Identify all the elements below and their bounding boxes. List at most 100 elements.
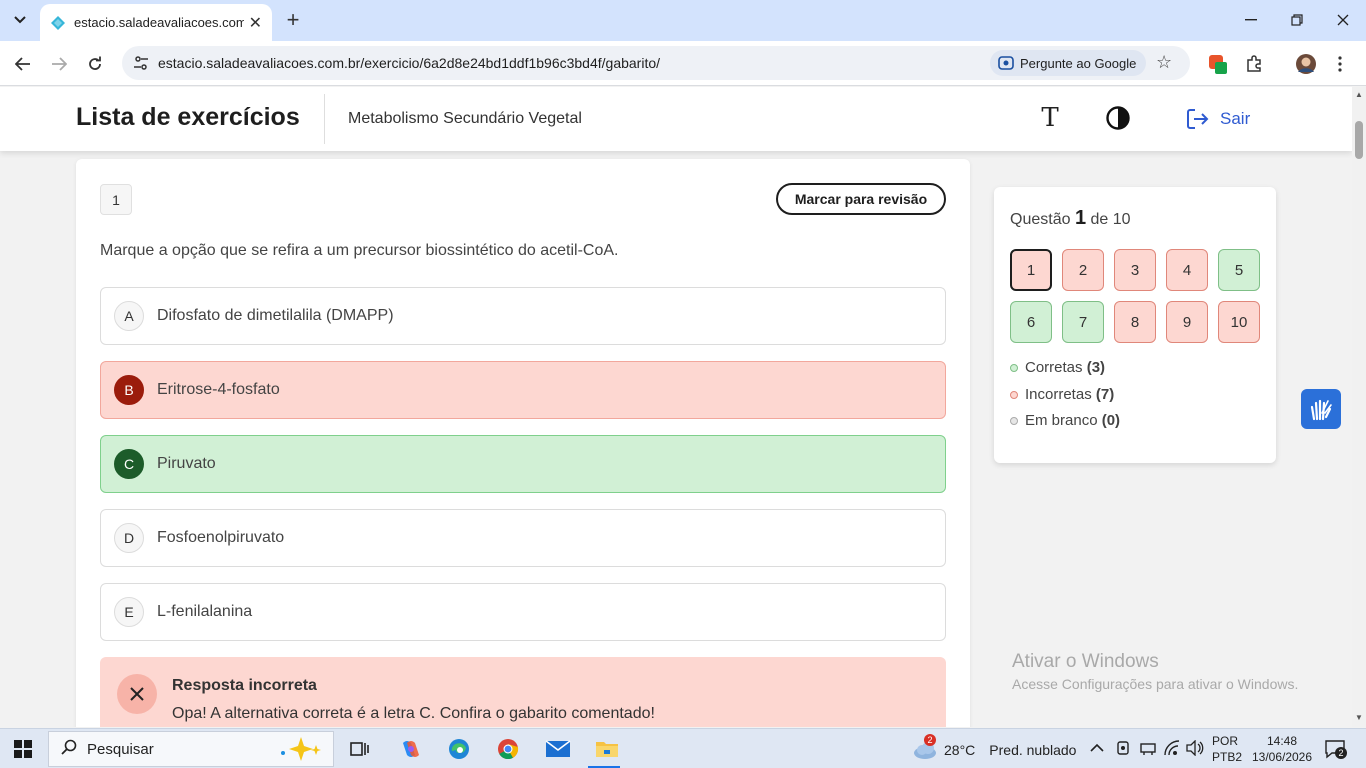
new-tab-button[interactable]: + bbox=[282, 7, 304, 32]
question-button-4[interactable]: 4 bbox=[1166, 249, 1208, 291]
lens-icon bbox=[998, 56, 1014, 70]
keyboard-layout: PTB2 bbox=[1212, 750, 1243, 764]
temperature: 28°C bbox=[944, 742, 976, 758]
logout-button[interactable]: Sair bbox=[1186, 106, 1250, 132]
question-button-10[interactable]: 10 bbox=[1218, 301, 1260, 343]
feedback-title: Resposta incorreta bbox=[172, 677, 317, 694]
question-button-6[interactable]: 6 bbox=[1010, 301, 1052, 343]
file-explorer-icon[interactable] bbox=[592, 734, 622, 764]
question-navigator: Questão 1 de 10 1 2 3 4 5 6 7 8 9 10 Cor… bbox=[994, 187, 1276, 463]
task-view-icon[interactable] bbox=[345, 734, 375, 764]
question-button-9[interactable]: 9 bbox=[1166, 301, 1208, 343]
extension-office-icon[interactable] bbox=[1206, 52, 1230, 76]
contrast-button[interactable] bbox=[1105, 105, 1131, 131]
option-d[interactable]: D Fosfoenolpiruvato bbox=[100, 509, 946, 567]
page-scrollbar[interactable]: ▲ ▼ bbox=[1352, 87, 1366, 727]
question-button-8[interactable]: 8 bbox=[1114, 301, 1156, 343]
option-c[interactable]: C Piruvato bbox=[100, 435, 946, 493]
close-tab-icon[interactable]: ✕ bbox=[249, 13, 262, 33]
page-title: Lista de exercícios bbox=[76, 103, 300, 131]
question-text: Marque a opção que se refira a um precur… bbox=[100, 242, 619, 259]
bookmark-star-icon[interactable]: ☆ bbox=[1156, 52, 1172, 73]
question-card: 1 Marcar para revisão Marque a opção que… bbox=[76, 159, 970, 727]
reload-icon bbox=[89, 56, 101, 70]
option-text: Difosfato de dimetilalila (DMAPP) bbox=[157, 307, 394, 324]
scrollbar-thumb[interactable] bbox=[1355, 121, 1363, 159]
close-window-button[interactable] bbox=[1328, 8, 1358, 32]
clock-time: 14:48 bbox=[1266, 734, 1298, 748]
option-b[interactable]: B Eritrose-4-fosfato bbox=[100, 361, 946, 419]
contrast-icon bbox=[1106, 106, 1130, 130]
tab-search-button[interactable] bbox=[6, 7, 34, 33]
wifi-icon[interactable] bbox=[1163, 740, 1181, 759]
tab-title: estacio.saladeavaliacoes.com.br bbox=[74, 15, 244, 30]
windows-taskbar: Pesquisar 2 28°C Pred. nublado POR PTB2 … bbox=[0, 728, 1366, 768]
volume-icon[interactable] bbox=[1186, 739, 1204, 759]
legend-incorrect-label: Incorretas bbox=[1025, 386, 1092, 403]
weather-badge: 2 bbox=[924, 734, 936, 746]
legend-incorrect: Incorretas (7) bbox=[1010, 386, 1114, 403]
scroll-up-icon[interactable]: ▲ bbox=[1355, 90, 1363, 99]
windows-activation-watermark: Ativar o Windows Acesse Configurações pa… bbox=[1012, 651, 1298, 692]
option-text: L-fenilalanina bbox=[157, 603, 253, 620]
option-letter: E bbox=[114, 597, 144, 627]
option-text: Piruvato bbox=[157, 455, 216, 472]
mark-for-review-button[interactable]: Marcar para revisão bbox=[776, 183, 946, 215]
question-button-1[interactable]: 1 bbox=[1010, 249, 1052, 291]
site-favicon-icon bbox=[51, 15, 65, 30]
chrome-icon[interactable] bbox=[493, 734, 523, 764]
scroll-down-icon[interactable]: ▼ bbox=[1355, 713, 1363, 722]
forward-button[interactable] bbox=[45, 50, 73, 78]
restore-icon bbox=[1291, 14, 1303, 26]
extensions-puzzle-icon[interactable] bbox=[1242, 52, 1266, 76]
edge-icon[interactable] bbox=[444, 734, 474, 764]
option-text: Eritrose-4-fosfato bbox=[157, 381, 280, 398]
notifications-button[interactable]: 2 bbox=[1324, 739, 1347, 759]
mail-icon[interactable] bbox=[543, 734, 573, 764]
network-adapter-icon[interactable] bbox=[1139, 740, 1157, 759]
option-e[interactable]: E L-fenilalanina bbox=[100, 583, 946, 641]
arrow-right-icon bbox=[52, 57, 67, 71]
incorrect-dot-icon bbox=[1010, 390, 1018, 399]
profile-avatar[interactable] bbox=[1294, 52, 1318, 76]
legend-correct-label: Corretas bbox=[1025, 359, 1083, 376]
ask-google-button[interactable]: Pergunte ao Google bbox=[990, 50, 1147, 76]
browser-tab[interactable]: estacio.saladeavaliacoes.com.br ✕ bbox=[40, 4, 272, 41]
meet-now-icon[interactable] bbox=[1115, 740, 1131, 759]
correct-dot-icon bbox=[1010, 363, 1018, 372]
question-button-2[interactable]: 2 bbox=[1062, 249, 1104, 291]
sign-language-icon bbox=[1310, 399, 1332, 421]
font-size-button[interactable]: T bbox=[1036, 103, 1064, 133]
navigator-suffix: de 10 bbox=[1090, 211, 1131, 228]
browser-menu-icon[interactable] bbox=[1328, 52, 1352, 76]
back-button[interactable] bbox=[9, 50, 37, 78]
close-icon bbox=[117, 674, 157, 714]
navigator-title: Questão 1 de 10 bbox=[1010, 207, 1131, 230]
weather-widget[interactable]: 2 28°C Pred. nublado bbox=[912, 734, 1076, 761]
taskbar-search[interactable]: Pesquisar bbox=[48, 731, 334, 767]
question-button-3[interactable]: 3 bbox=[1114, 249, 1156, 291]
reload-button[interactable] bbox=[81, 50, 109, 78]
copilot-icon[interactable] bbox=[396, 734, 426, 764]
navigator-current: 1 bbox=[1074, 207, 1087, 229]
minimize-button[interactable] bbox=[1236, 8, 1266, 32]
question-button-7[interactable]: 7 bbox=[1062, 301, 1104, 343]
address-bar[interactable]: estacio.saladeavaliacoes.com.br/exercici… bbox=[122, 46, 1190, 80]
tune-icon bbox=[134, 56, 148, 70]
blank-dot-icon bbox=[1010, 416, 1018, 425]
restore-button[interactable] bbox=[1282, 8, 1312, 32]
language-indicator[interactable]: POR PTB2 bbox=[1212, 733, 1242, 765]
option-letter: B bbox=[114, 375, 144, 405]
clock[interactable]: 14:48 13/06/2026 bbox=[1250, 733, 1314, 765]
logout-icon bbox=[1187, 109, 1209, 129]
chevron-up-icon[interactable] bbox=[1090, 740, 1104, 756]
site-info-button[interactable] bbox=[128, 50, 154, 76]
windows-start-icon[interactable] bbox=[14, 740, 32, 758]
question-button-5[interactable]: 5 bbox=[1218, 249, 1260, 291]
browser-toolbar: estacio.saladeavaliacoes.com.br/exercici… bbox=[0, 41, 1366, 86]
close-icon bbox=[1337, 14, 1349, 26]
option-a[interactable]: A Difosfato de dimetilalila (DMAPP) bbox=[100, 287, 946, 345]
question-number: 1 bbox=[100, 184, 132, 215]
sign-language-button[interactable] bbox=[1301, 389, 1341, 429]
search-icon bbox=[61, 739, 77, 760]
